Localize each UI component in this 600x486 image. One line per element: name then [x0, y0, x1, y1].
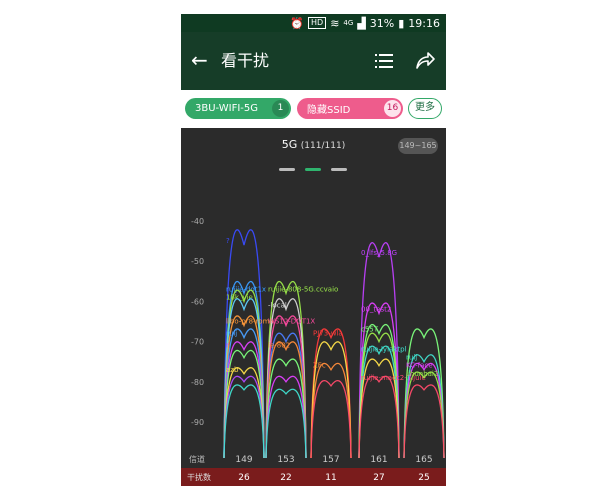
ssid-label: ruijie-lyiaktpl [361, 346, 407, 354]
channel-tick-label: 165 [415, 455, 432, 465]
channel-tick-label: 149 [235, 455, 252, 465]
ssid-label: 0_lfs_5.8G [361, 249, 397, 257]
interference-row-label: 干扰数 [187, 472, 211, 482]
ssid-label: WS12-DOT1X [268, 318, 315, 326]
y-tick-label: -70 [191, 338, 204, 347]
y-tick-label: -50 [191, 257, 204, 266]
signal-curve [265, 358, 307, 459]
share-icon[interactable] [414, 48, 436, 72]
signal-curve [265, 375, 307, 459]
filter-bar: 3BU-WIFI-5G 1 隐藏SSID 16 更多 [181, 90, 446, 128]
wifi-icon: ≋ [330, 16, 340, 30]
ssid-label: 00_test2 [361, 305, 391, 313]
ssid-label: lihunhai2 [406, 370, 438, 378]
interference-count: 11 [325, 473, 336, 483]
clock: 19:16 [408, 16, 440, 30]
channel-row-label: 信道 [189, 454, 205, 464]
ssid-label: KC-face [406, 362, 433, 370]
ssid-label: azb [226, 366, 239, 374]
ssid-label: ie-802 [268, 342, 290, 350]
interference-count: 26 [238, 473, 250, 483]
channel-tick-label: 157 [322, 455, 339, 465]
signal-curve [223, 375, 265, 459]
signal-icon: ▟ [357, 16, 366, 30]
ssid-label: ruijie-808-5G.ccvaio [268, 285, 338, 293]
ssid-label: c55T [361, 326, 379, 334]
list-icon[interactable] [375, 50, 393, 72]
interference-count: 22 [280, 473, 291, 483]
y-tick-label: -40 [191, 217, 204, 226]
interference-count: 25 [418, 473, 429, 483]
signal-curve [310, 362, 352, 459]
signal-curve [403, 384, 445, 459]
battery-level: 31% [369, 16, 395, 30]
channel-tick-label: 153 [277, 455, 294, 465]
hd-badge: HD [308, 17, 327, 29]
signal-curve [265, 332, 307, 459]
hidden-ssid-chip[interactable]: 隐藏SSID 16 [297, 98, 403, 119]
ssid-label: ruij [226, 330, 237, 338]
more-button[interactable]: 更多 [408, 98, 442, 119]
alarm-icon: ⏰ [290, 16, 305, 30]
ssid-label: PJ73-wla [313, 330, 343, 338]
signal-curve [223, 341, 265, 459]
network-label: 4G [343, 19, 354, 27]
interference-count: 27 [373, 473, 384, 483]
ssid-filter-chip[interactable]: 3BU-WIFI-5G 1 [185, 98, 291, 119]
signal-curve [358, 375, 400, 459]
ssid-filter-label: 3BU-WIFI-5G [195, 103, 259, 114]
interference-chart-area[interactable]: 5G (111/111) 149~165 -40 -50 -60 -70 -80 -90?… [181, 128, 446, 486]
y-tick-label: -80 [191, 378, 204, 387]
ssid-label: ruij [406, 354, 417, 362]
ssid-filter-count: 1 [272, 100, 289, 117]
ssid-label: -local [268, 301, 287, 309]
signal-curve [310, 380, 352, 459]
signal-curve [310, 341, 352, 459]
page-title: 看干扰 [221, 51, 270, 70]
signal-curve [403, 371, 445, 459]
y-tick-label: -60 [191, 297, 204, 306]
ssid-label: ? [226, 237, 230, 245]
hidden-ssid-label: 隐藏SSID [307, 105, 351, 116]
channel-tick-label: 161 [370, 455, 387, 465]
hidden-ssid-count: 16 [384, 100, 401, 117]
signal-curve [358, 323, 400, 459]
y-tick-label: -90 [191, 418, 204, 427]
signal-curve [223, 384, 265, 459]
interference-chart: -40-50-60-70-80-90?ruijie-dot1x18k_vieli… [187, 217, 445, 483]
status-bar: ⏰ HD ≋ 4G ▟ 31% ▮ 19:16 [181, 14, 446, 32]
ssid-label: ruijie-dot1x [226, 285, 266, 293]
back-arrow-icon[interactable]: ← [191, 48, 208, 72]
ssid-label: ZFc [313, 362, 326, 370]
ssid-label: r [226, 342, 229, 350]
ssid-label: libo-pr8-roma [226, 318, 274, 326]
battery-icon: ▮ [398, 16, 405, 30]
app-bar: ← 看干扰 [181, 32, 446, 90]
signal-curve [265, 388, 307, 459]
phone-screen: ⏰ HD ≋ 4G ▟ 31% ▮ 19:16 ← 看干扰 3BU-WIFI-5… [181, 14, 446, 486]
signal-curve [358, 345, 400, 459]
